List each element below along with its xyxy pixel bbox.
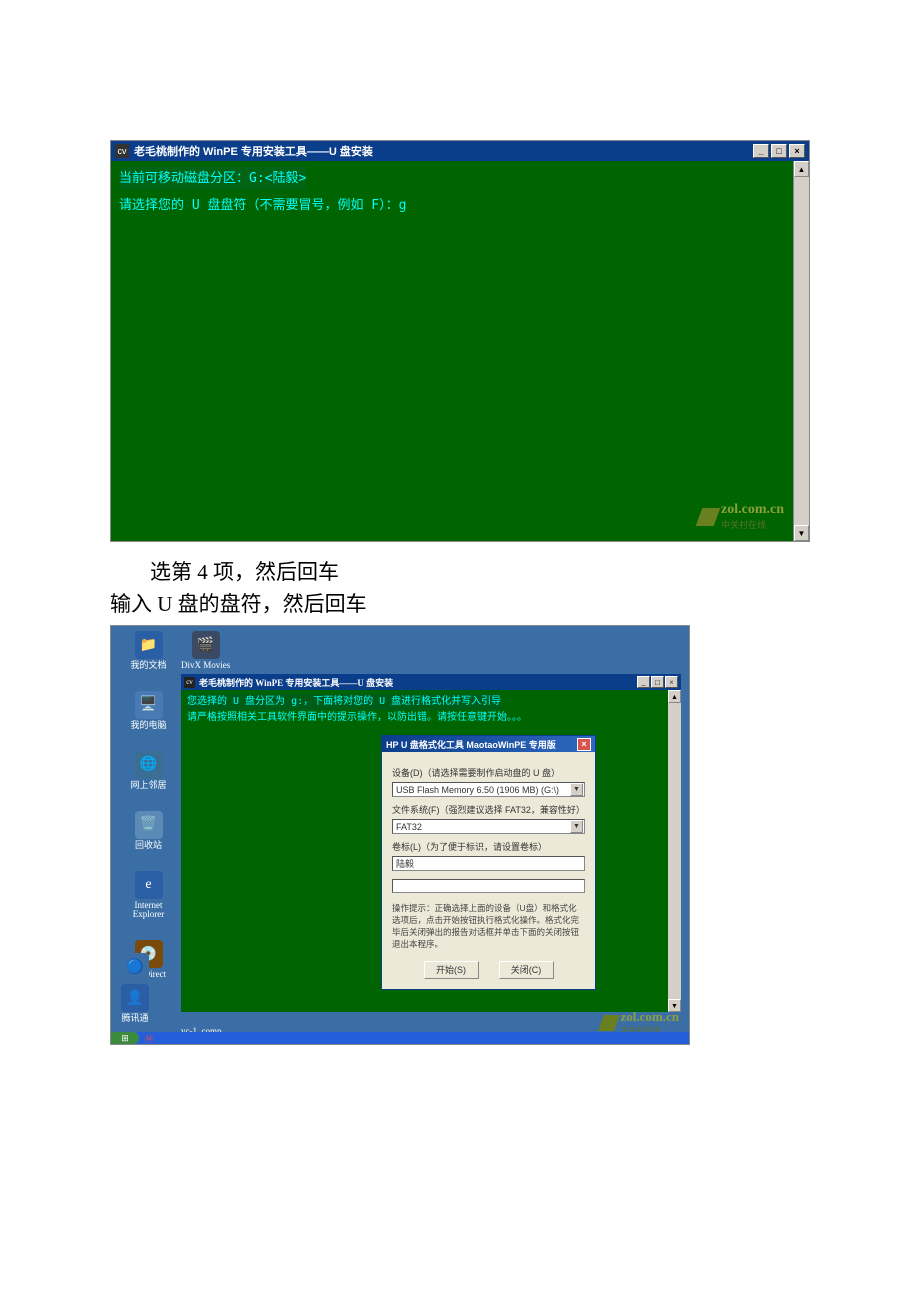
chevron-down-icon[interactable]: ▼ [570, 783, 583, 796]
console-line: 当前可移动磁盘分区：G:<陆毅> [119, 167, 306, 190]
volume-label: 卷标(L)（为了便于标识，请设置卷标） [392, 840, 585, 853]
taskbar[interactable]: ⊞ Ⓜ [111, 1032, 689, 1044]
recycle-icon: 🗑️ [135, 811, 163, 839]
console-window: cv 老毛桃制作的 WinPE 专用安装工具——U 盘安装 _ □ × 您选择的… [181, 674, 681, 1012]
console-output: 当前可移动磁盘分区：G:<陆毅> 请选择您的 U 盘盘符（不需要冒号，例如 F）… [111, 161, 793, 541]
titlebar: cv 老毛桃制作的 WinPE 专用安装工具——U 盘安装 _ □ × [181, 674, 681, 690]
scroll-up-icon[interactable]: ▲ [668, 690, 681, 703]
titlebar: cv 老毛桃制作的 WinPE 专用安装工具——U 盘安装 _ □ × [111, 141, 809, 161]
doc-instruction: 输入 U 盘的盘符，然后回车 [110, 589, 810, 621]
filesystem-label: 文件系统(F)（强烈建议选择 FAT32，兼容性好） [392, 803, 585, 816]
device-label: 设备(D)（请选择需要制作启动盘的 U 盘） [392, 766, 585, 779]
desktop-icon-divx[interactable]: 🎬 DivX Movies [181, 631, 230, 671]
window-title: 老毛桃制作的 WinPE 专用安装工具——U 盘安装 [199, 676, 637, 689]
maximize-button[interactable]: □ [771, 144, 787, 158]
minimize-button[interactable]: _ [637, 676, 650, 688]
windows-icon: ⊞ [121, 1033, 129, 1044]
device-dropdown[interactable]: USB Flash Memory 6.50 (1906 MB) (G:\) ▼ [392, 782, 585, 797]
chevron-down-icon[interactable]: ▼ [570, 820, 583, 833]
console-line: 请严格按照相关工具软件界面中的提示操作，以防出错。请按任意键开始。。。 [187, 710, 662, 726]
zol-logo-icon [696, 508, 721, 526]
start-button[interactable]: 开始(S) [424, 961, 479, 979]
scroll-up-icon[interactable]: ▲ [794, 161, 809, 177]
close-dialog-button[interactable]: 关闭(C) [499, 961, 554, 979]
close-button[interactable]: × [665, 676, 678, 688]
desktop-icon-network[interactable]: 🌐 网上邻居 [121, 751, 176, 791]
scrollbar[interactable]: ▲ ▼ [793, 161, 809, 541]
screenshot-console-window: cv 老毛桃制作的 WinPE 专用安装工具——U 盘安装 _ □ × 当前可移… [110, 140, 810, 542]
desktop-icon-recycle[interactable]: 🗑️ 回收站 [121, 811, 176, 851]
ie-icon: e [135, 871, 163, 899]
maximize-button[interactable]: □ [651, 676, 664, 688]
window-icon: cv [184, 677, 195, 688]
close-button[interactable]: × [577, 738, 591, 751]
screenshot-desktop: 📁 我的文档 🖥️ 我的电脑 🌐 网上邻居 🗑️ 回收站 e Internet … [110, 625, 690, 1045]
volume-input[interactable]: 陆毅 [392, 856, 585, 871]
desktop-icon-other[interactable]: 🔵 [121, 953, 149, 981]
extra-input[interactable] [392, 879, 585, 893]
scroll-down-icon[interactable]: ▼ [794, 525, 809, 541]
minimize-button[interactable]: _ [753, 144, 769, 158]
folder-icon: 📁 [135, 631, 163, 659]
dialog-hint: 操作提示：正确选择上面的设备（U盘）和格式化选项后，点击开始按钮执行格式化操作。… [392, 903, 585, 951]
desktop-icon-ie[interactable]: e Internet Explorer [121, 871, 176, 921]
zol-logo-icon [598, 1015, 620, 1031]
console-line: 您选择的 U 盘分区为 g:，下面将对您的 U 盘进行格式化并写入引导 [187, 694, 501, 710]
watermark: zol.com.cn 中关村在线 [699, 502, 784, 531]
start-button[interactable]: ⊞ [111, 1032, 139, 1044]
mcafee-icon[interactable]: Ⓜ [144, 1032, 153, 1045]
network-icon: 🌐 [135, 751, 163, 779]
dialog-titlebar: HP U 盘格式化工具 MaotaoWinPE 专用版 × [382, 736, 595, 752]
format-dialog: HP U 盘格式化工具 MaotaoWinPE 专用版 × 设备(D)（请选择需… [381, 735, 596, 990]
scrollbar[interactable]: ▲ ▼ [668, 690, 681, 1012]
filesystem-dropdown[interactable]: FAT32 ▼ [392, 819, 585, 834]
close-button[interactable]: × [789, 144, 805, 158]
computer-icon: 🖥️ [135, 691, 163, 719]
doc-instruction: 选第 4 项，然后回车 [110, 557, 810, 589]
desktop-icon-mycomputer[interactable]: 🖥️ 我的电脑 [121, 691, 176, 731]
window-title: 老毛桃制作的 WinPE 专用安装工具——U 盘安装 [134, 143, 753, 159]
app-icon: 🔵 [121, 953, 149, 981]
movie-icon: 🎬 [192, 631, 220, 659]
window-icon: cv [115, 144, 129, 158]
dialog-title: HP U 盘格式化工具 MaotaoWinPE 专用版 [386, 738, 577, 751]
desktop-icon-mydocs[interactable]: 📁 我的文档 [121, 631, 176, 671]
console-line: 请选择您的 U 盘盘符（不需要冒号，例如 F）：g [119, 194, 785, 217]
